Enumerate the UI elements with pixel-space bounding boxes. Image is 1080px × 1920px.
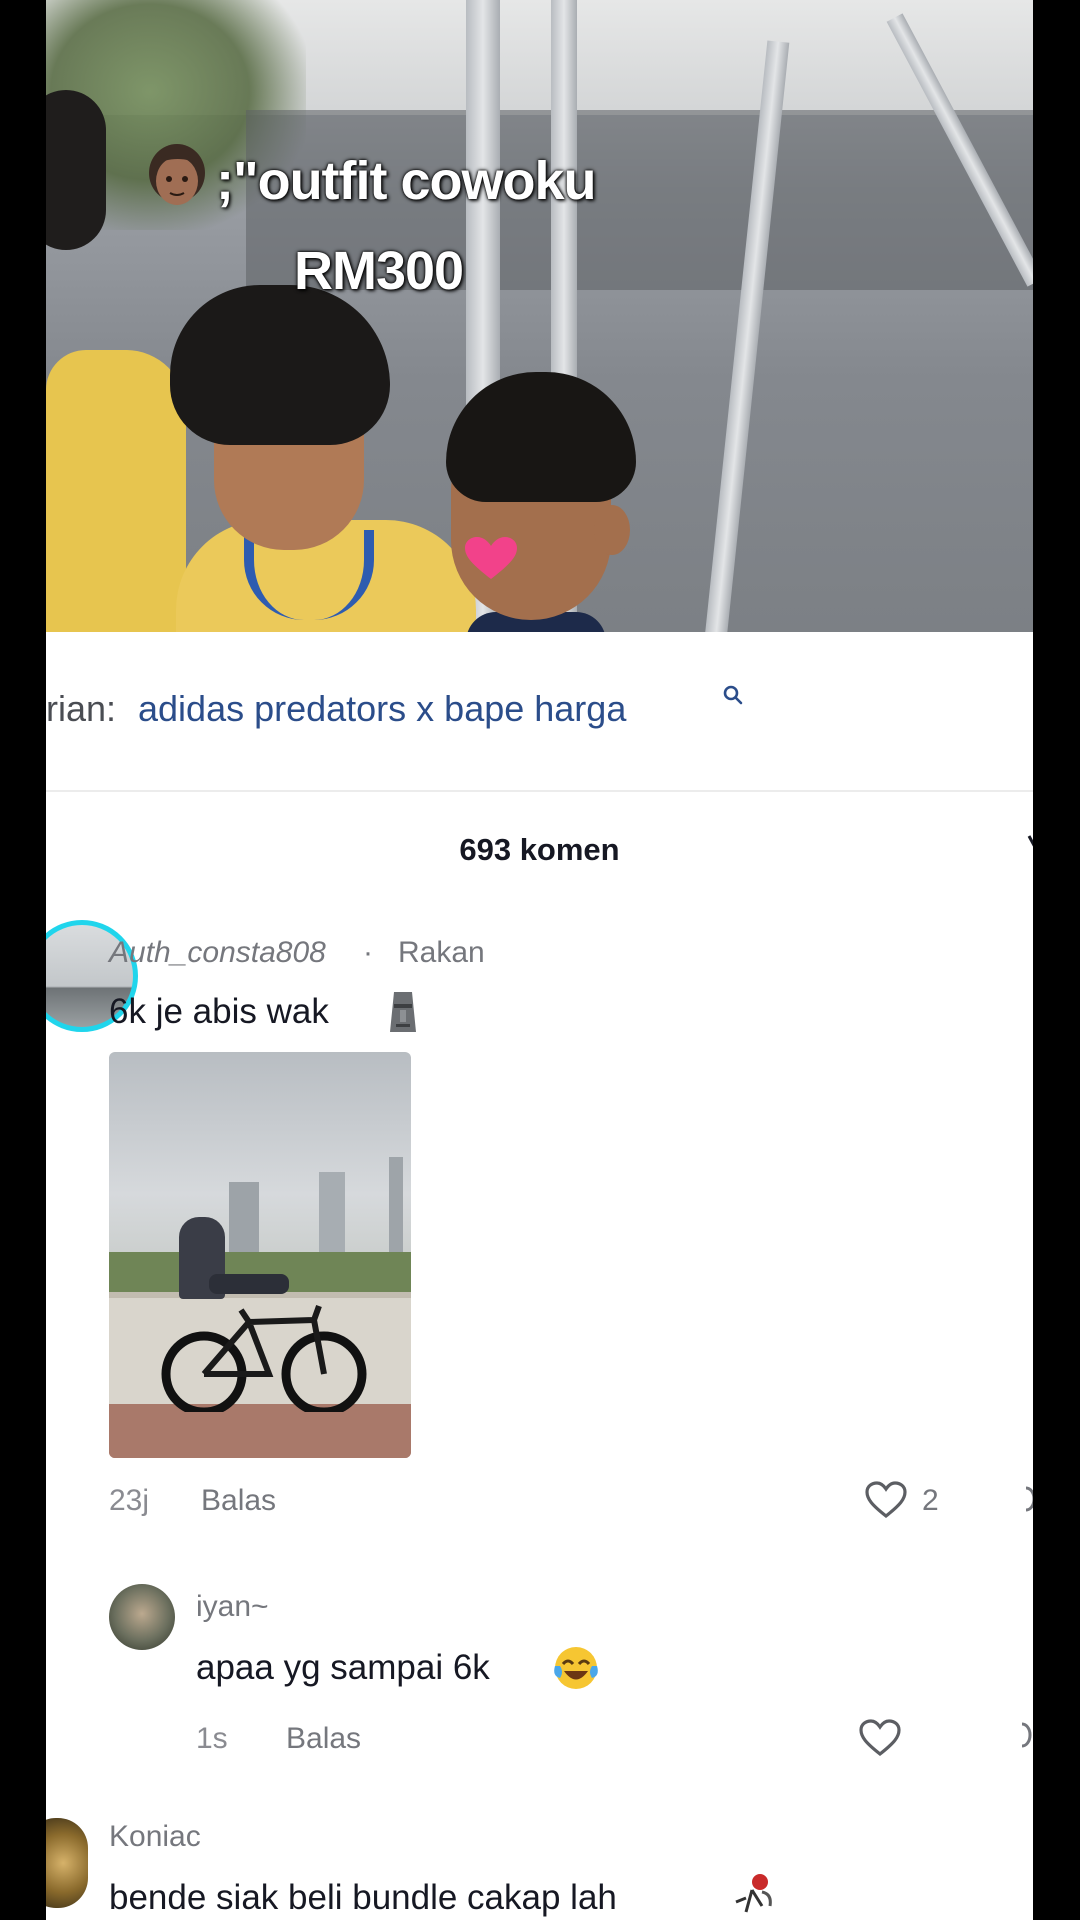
figure-emoji-icon (735, 1874, 772, 1913)
bicycle-icon (161, 1304, 367, 1412)
video-person-left-head (46, 90, 106, 250)
video-person-middle-hair (170, 285, 390, 445)
comment-separator: · (363, 936, 373, 969)
search-suggestion-row[interactable]: rian: adidas predators x bape harga (46, 632, 1033, 792)
comment-text: bende siak beli bundle cakap lah (109, 1878, 617, 1917)
joy-emoji-icon (554, 1647, 598, 1689)
comment-username[interactable]: Koniac (109, 1820, 201, 1854)
search-icon (723, 685, 743, 705)
comment-relation-label: Rakan (398, 936, 485, 969)
comment-username[interactable]: Auth_consta808 (109, 936, 326, 970)
comment-text: 6k je abis wak (109, 992, 329, 1031)
video-player[interactable]: ;"outfit cowoku RM300 (46, 0, 1033, 632)
reply-button[interactable]: Balas (286, 1722, 361, 1756)
comment-username[interactable]: iyan~ (196, 1590, 269, 1624)
comments-count: 693 komen (459, 832, 620, 867)
heart-lips-icon (465, 537, 517, 579)
like-count: 2 (922, 1484, 939, 1517)
close-icon[interactable] (1027, 832, 1033, 866)
more-options-icon[interactable] (1020, 1720, 1033, 1750)
comment-timestamp: 23j (109, 1484, 150, 1517)
comments-header: 693 komen (46, 820, 1033, 880)
moai-icon (390, 992, 416, 1032)
search-suggestion-prefix: rian: (46, 688, 117, 729)
comment-text: apaa yg sampai 6k (196, 1648, 490, 1687)
comments-screen: ;"outfit cowoku RM300 rian: adidas preda… (46, 0, 1033, 1920)
heart-outline-icon[interactable] (864, 1480, 908, 1520)
search-suggestion-link[interactable]: adidas predators x bape harga (138, 688, 626, 730)
avatar[interactable] (109, 1584, 175, 1650)
more-options-icon[interactable] (1024, 1484, 1033, 1514)
video-person-left (46, 350, 186, 632)
video-overlay-caption-line2: RM300 (294, 241, 464, 301)
photo-floor (109, 1404, 411, 1458)
reply-button[interactable]: Balas (201, 1484, 276, 1518)
avatar[interactable] (46, 1818, 88, 1908)
woman-face-emoji-icon (149, 144, 205, 205)
comment-photo[interactable] (109, 1052, 411, 1458)
photo-person-legs (209, 1274, 289, 1294)
comment-timestamp: 1s (196, 1722, 228, 1755)
video-person-right-ear (594, 505, 630, 555)
video-overlay-caption-line1: ;"outfit cowoku (216, 151, 597, 211)
heart-outline-icon[interactable] (858, 1718, 902, 1758)
